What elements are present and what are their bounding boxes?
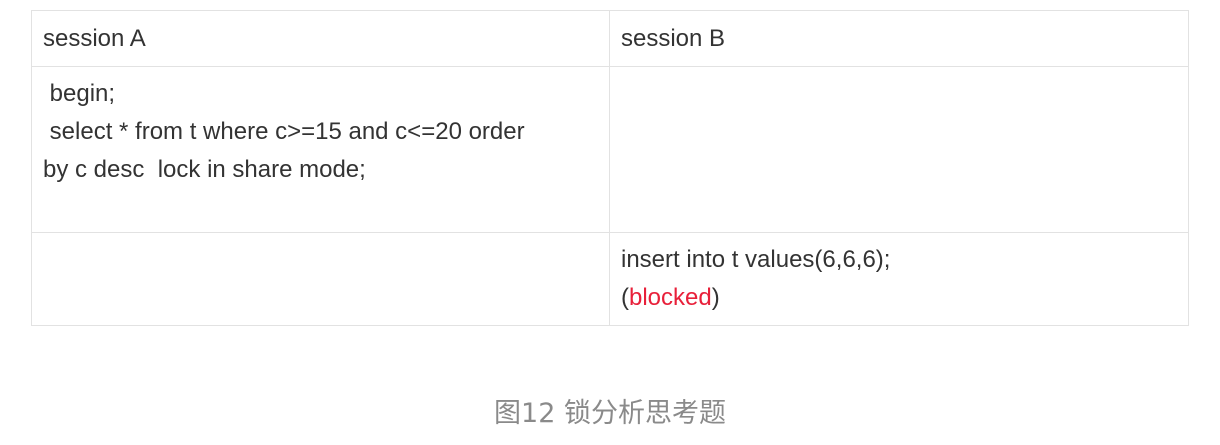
table-header-row: session A session B	[31, 10, 1189, 67]
status-line: (blocked)	[621, 284, 720, 311]
session-a-cell: begin; select * from t where c>=15 and c…	[31, 66, 610, 233]
session-table: session A session B begin; select * from…	[31, 10, 1189, 326]
table-row: begin; select * from t where c>=15 and c…	[31, 66, 1189, 233]
session-b-cell: insert into t values(6,6,6); (blocked)	[609, 232, 1189, 326]
session-a-cell	[31, 232, 610, 326]
code-line: select * from t where c>=15 and c<=20 or…	[43, 118, 525, 145]
header-session-a: session A	[31, 10, 610, 67]
code-line: insert into t values(6,6,6);	[621, 246, 891, 273]
header-session-b: session B	[609, 10, 1189, 67]
blocked-status: blocked	[629, 284, 712, 311]
code-line: begin;	[43, 80, 116, 107]
figure-caption: 图12 锁分析思考题	[494, 398, 726, 429]
table-row: insert into t values(6,6,6); (blocked)	[31, 232, 1189, 326]
code-line: by c desc lock in share mode;	[43, 156, 366, 183]
session-b-cell	[609, 66, 1189, 233]
